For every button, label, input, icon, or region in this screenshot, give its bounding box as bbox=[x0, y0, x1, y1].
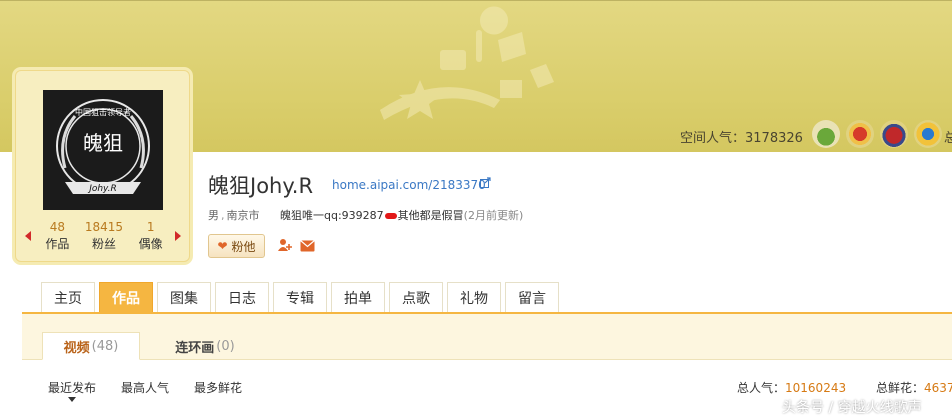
sort-caret-icon bbox=[68, 397, 76, 402]
profile-gender: 男 bbox=[208, 209, 219, 222]
tab-gifts[interactable]: 礼物 bbox=[447, 282, 501, 312]
stat-works-label: 作品 bbox=[45, 237, 70, 251]
sort-flowers[interactable]: 最多鲜花 bbox=[194, 379, 242, 396]
stat-idols[interactable]: 1 偶像 bbox=[129, 219, 173, 253]
star-badge-icon[interactable] bbox=[914, 120, 942, 148]
sort-latest[interactable]: 最近发布 bbox=[48, 379, 96, 396]
total-popularity: 总人气：10160243 bbox=[737, 379, 846, 396]
signature-updated: (2月前更新) bbox=[463, 209, 524, 222]
subtab-videos-count: (48) bbox=[91, 338, 119, 354]
signature-start: 魄狙唯一qq:939287 bbox=[280, 209, 384, 222]
badge-more-text: 总 bbox=[944, 131, 952, 146]
banner-decoration bbox=[380, 6, 554, 120]
tab-works[interactable]: 作品 bbox=[99, 282, 153, 313]
avatar-ribbon-text: Johy.R bbox=[87, 184, 117, 194]
space-popularity: 空间人气：3178326 bbox=[680, 127, 803, 146]
follow-button[interactable]: ❤ 粉他 bbox=[208, 234, 265, 258]
stat-works-count: 48 bbox=[49, 220, 65, 234]
tab-home[interactable]: 主页 bbox=[41, 282, 95, 312]
avatar-logo-icon: 中国狙击领导者 魄狙 Johy.R bbox=[56, 99, 150, 194]
total-flowers-value: 4637 bbox=[924, 381, 952, 395]
avatar[interactable]: 中国狙击领导者 魄狙 Johy.R bbox=[43, 90, 163, 210]
total-popularity-label: 总人气： bbox=[737, 381, 786, 395]
profile-name: 魄狙Johy.R bbox=[208, 174, 314, 198]
redaction-mark bbox=[384, 213, 397, 219]
total-flowers: 总鲜花：4637 bbox=[876, 379, 952, 396]
next-arrow-icon[interactable] bbox=[175, 231, 181, 241]
subtab-videos-label: 视频 bbox=[63, 340, 90, 356]
subtab-comics-count: (0) bbox=[216, 338, 235, 354]
plant-badge-icon[interactable] bbox=[812, 120, 840, 148]
space-popularity-value: 3178326 bbox=[745, 131, 803, 146]
avatar-ring-text: 中国狙击领导者 bbox=[75, 107, 131, 117]
watermark: 头条号 / 穿越火线歌声 bbox=[782, 400, 922, 416]
subtab-comics-label: 连环画 bbox=[175, 340, 215, 356]
signature-end: 其他都是假冒 bbox=[397, 209, 464, 222]
tab-collections[interactable]: 专辑 bbox=[273, 282, 327, 312]
tab-blog[interactable]: 日志 bbox=[215, 282, 269, 312]
meta-separator: , bbox=[221, 209, 225, 222]
tab-orders[interactable]: 拍单 bbox=[331, 282, 385, 312]
external-link-icon[interactable] bbox=[480, 177, 491, 188]
badge-list bbox=[812, 120, 942, 148]
sort-popular[interactable]: 最高人气 bbox=[121, 379, 169, 396]
space-popularity-label: 空间人气： bbox=[680, 131, 746, 146]
tab-albums[interactable]: 图集 bbox=[157, 282, 211, 312]
profile-signature: 魄狙唯一qq:939287 其他都是假冒(2月前更新) bbox=[280, 207, 523, 223]
mail-icon[interactable] bbox=[300, 240, 315, 252]
avatar-center-text: 魄狙 bbox=[83, 131, 123, 155]
total-flowers-label: 总鲜花： bbox=[876, 381, 925, 395]
stat-idols-label: 偶像 bbox=[138, 237, 163, 251]
tab-song-request[interactable]: 点歌 bbox=[389, 282, 443, 312]
avatar-card: 中国狙击领导者 魄狙 Johy.R 48 作品 18415 粉丝 1 偶像 bbox=[15, 70, 190, 262]
profile-link[interactable]: home.aipai.com/2183370 bbox=[332, 178, 486, 192]
stat-idols-count: 1 bbox=[146, 220, 155, 234]
stat-fans[interactable]: 18415 粉丝 bbox=[82, 219, 126, 253]
add-friend-icon[interactable] bbox=[278, 238, 292, 252]
flame-badge-icon[interactable] bbox=[846, 120, 874, 148]
profile-city: 南京市 bbox=[226, 209, 260, 222]
stat-fans-count: 18415 bbox=[84, 220, 124, 234]
stat-works[interactable]: 48 作品 bbox=[35, 219, 79, 253]
tab-messages[interactable]: 留言 bbox=[505, 282, 559, 312]
emblem-badge-icon[interactable] bbox=[880, 120, 908, 148]
heart-icon: ❤ bbox=[217, 239, 228, 253]
profile-meta: 男, 南京市 bbox=[208, 207, 260, 223]
subtab-comics[interactable]: 连环画 (0) bbox=[160, 332, 250, 360]
profile-stats: 48 作品 18415 粉丝 1 偶像 bbox=[34, 219, 174, 253]
prev-arrow-icon[interactable] bbox=[25, 231, 31, 241]
stat-fans-label: 粉丝 bbox=[91, 237, 116, 251]
follow-button-label: 粉他 bbox=[231, 239, 256, 254]
total-popularity-value: 10160243 bbox=[785, 381, 847, 395]
subtab-videos[interactable]: 视频 (48) bbox=[42, 332, 140, 360]
